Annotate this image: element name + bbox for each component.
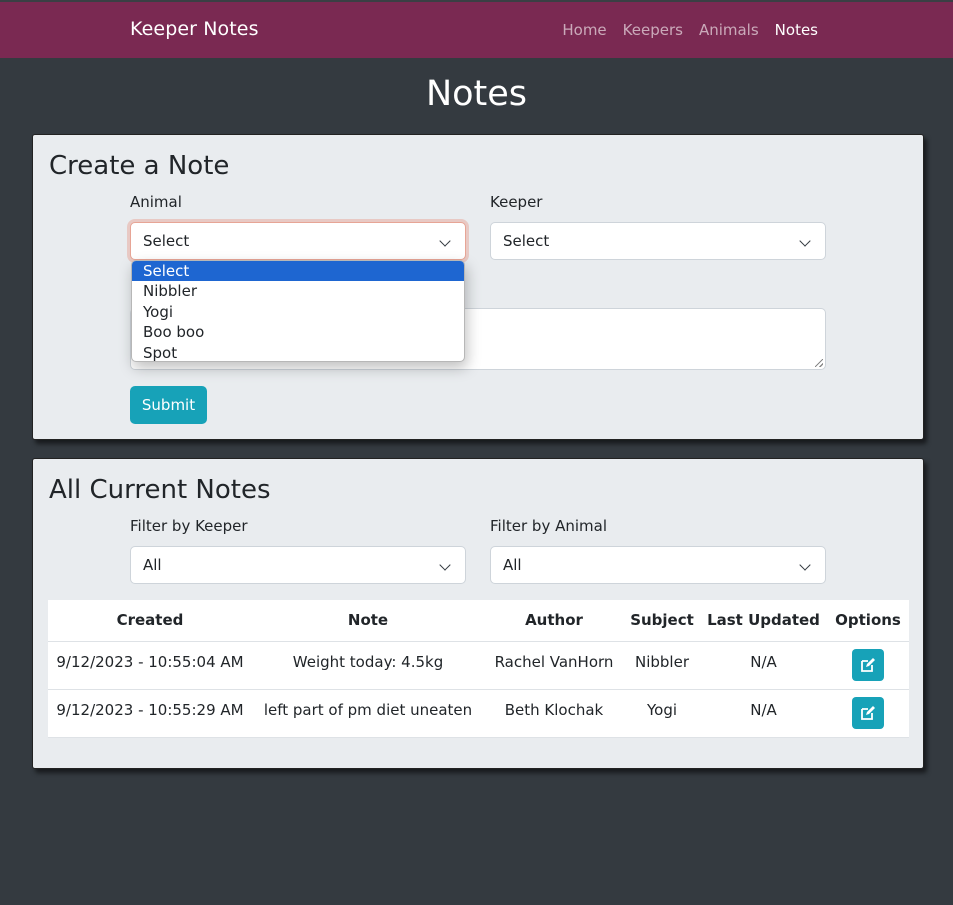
- all-notes-title: All Current Notes: [49, 475, 271, 505]
- resize-handle-icon[interactable]: [815, 359, 823, 367]
- all-notes-card: All Current Notes Filter by Keeper All F…: [32, 458, 924, 769]
- chevron-down-icon: [799, 559, 811, 571]
- chevron-down-icon: [799, 235, 811, 247]
- nav-link-home[interactable]: Home: [562, 21, 606, 39]
- edit-note-button[interactable]: [852, 649, 884, 681]
- table-header-row: Created Note Author Subject Last Updated…: [48, 600, 909, 642]
- column-header-note[interactable]: Note: [252, 600, 484, 642]
- animal-select[interactable]: Select: [130, 222, 466, 260]
- nav-link-notes[interactable]: Notes: [775, 21, 818, 39]
- cell-subject: Nibbler: [624, 641, 700, 690]
- brand-logo[interactable]: Keeper Notes: [130, 18, 259, 40]
- cell-options: [827, 641, 909, 690]
- cell-last-updated: N/A: [700, 641, 827, 690]
- filter-keeper-value: All: [143, 556, 162, 574]
- animal-option-select[interactable]: Select: [132, 261, 464, 282]
- pencil-square-icon: [861, 706, 875, 720]
- filter-keeper-label: Filter by Keeper: [130, 517, 248, 535]
- page-title: Notes: [425, 74, 528, 114]
- nav-links: Home Keepers Animals Notes: [562, 21, 818, 39]
- column-header-last-updated[interactable]: Last Updated: [700, 600, 827, 642]
- column-header-options: Options: [827, 600, 909, 642]
- cell-note: left part of pm diet uneaten: [252, 689, 484, 738]
- nav-link-animals[interactable]: Animals: [699, 21, 759, 39]
- cell-subject: Yogi: [624, 689, 700, 738]
- animal-select-value: Select: [143, 232, 190, 250]
- animal-option-boo-boo[interactable]: Boo boo: [132, 322, 464, 342]
- keeper-label: Keeper: [490, 193, 543, 211]
- column-header-author[interactable]: Author: [484, 600, 624, 642]
- animal-option-yogi[interactable]: Yogi: [132, 302, 464, 322]
- filter-animal-label: Filter by Animal: [490, 517, 607, 535]
- keeper-select-value: Select: [503, 232, 550, 250]
- cell-author: Rachel VanHorn: [484, 641, 624, 690]
- notes-table: Created Note Author Subject Last Updated…: [48, 600, 909, 738]
- pencil-square-icon: [861, 658, 875, 672]
- table-row: 9/12/2023 - 10:55:29 AM left part of pm …: [48, 689, 909, 738]
- filter-animal-value: All: [503, 556, 522, 574]
- create-note-title: Create a Note: [49, 151, 230, 181]
- cell-options: [827, 689, 909, 738]
- edit-note-button[interactable]: [852, 697, 884, 729]
- cell-created: 9/12/2023 - 10:55:04 AM: [48, 641, 252, 690]
- navbar: Keeper Notes Home Keepers Animals Notes: [0, 0, 953, 58]
- animal-option-spot[interactable]: Spot: [132, 343, 464, 361]
- submit-button[interactable]: Submit: [130, 386, 207, 424]
- cell-author: Beth Klochak: [484, 689, 624, 738]
- cell-note: Weight today: 4.5kg: [252, 641, 484, 690]
- keeper-select[interactable]: Select: [490, 222, 826, 260]
- filter-animal-select[interactable]: All: [490, 546, 826, 584]
- animal-dropdown-list: Select Nibbler Yogi Boo boo Spot: [131, 260, 465, 362]
- table-row: 9/12/2023 - 10:55:04 AM Weight today: 4.…: [48, 641, 909, 690]
- animal-option-nibbler[interactable]: Nibbler: [132, 281, 464, 301]
- nav-link-keepers[interactable]: Keepers: [623, 21, 683, 39]
- chevron-down-icon: [439, 559, 451, 571]
- column-header-subject[interactable]: Subject: [624, 600, 700, 642]
- filter-keeper-select[interactable]: All: [130, 546, 466, 584]
- column-header-created[interactable]: Created: [48, 600, 252, 642]
- chevron-down-icon: [439, 235, 451, 247]
- animal-label: Animal: [130, 193, 182, 211]
- cell-last-updated: N/A: [700, 689, 827, 738]
- cell-created: 9/12/2023 - 10:55:29 AM: [48, 689, 252, 738]
